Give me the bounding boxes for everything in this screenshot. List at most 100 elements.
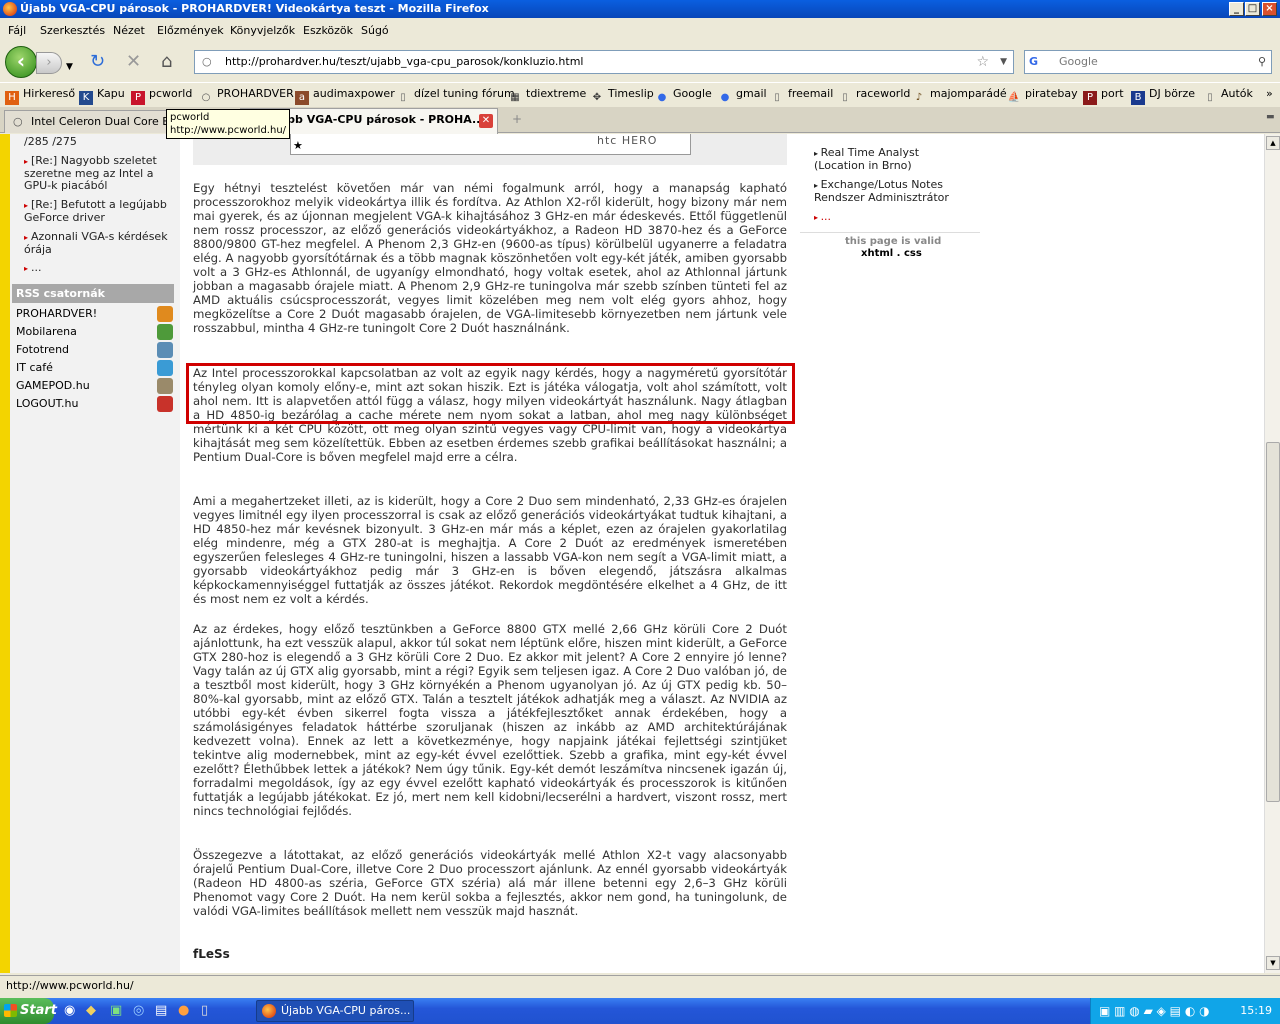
news-link[interactable]: Azonnali VGA-s kérdések órája — [24, 230, 168, 256]
page-icon: ▯ — [774, 92, 780, 103]
scroll-down-icon[interactable]: ▼ — [1266, 956, 1280, 970]
bookmark-item[interactable]: ● Google — [655, 87, 712, 105]
rss-icon[interactable] — [157, 342, 173, 358]
menu-history[interactable]: Előzmények — [157, 24, 224, 37]
news-link[interactable]: ... — [31, 261, 42, 274]
bookmark-item[interactable]: K Kapu — [79, 87, 125, 105]
tab-close-icon[interactable]: ✕ — [479, 114, 493, 128]
reload-icon[interactable]: ↻ — [90, 52, 105, 72]
news-link[interactable]: [Re:] Nagyobb szeletet szeretne meg az I… — [24, 154, 157, 192]
news-item[interactable]: ▸ Azonnali VGA-s kérdések órája — [24, 231, 174, 256]
rss-item[interactable]: Mobilarena — [16, 324, 174, 340]
timeslip-icon: ✥ — [592, 92, 602, 103]
bookmark-item[interactable]: H Hirkereső — [5, 87, 75, 105]
site-identity-icon[interactable]: ○ — [202, 51, 212, 73]
bookmarks-overflow-icon[interactable]: » — [1266, 87, 1273, 101]
rss-label[interactable]: Mobilarena — [16, 325, 77, 338]
home-icon[interactable]: ⌂ — [161, 52, 172, 72]
quicklaunch-icon[interactable]: ● — [178, 1003, 189, 1018]
news-more[interactable]: ▸... — [24, 262, 42, 275]
forward-button[interactable]: › — [36, 52, 62, 74]
menu-tools[interactable]: Eszközök — [303, 24, 353, 37]
rss-icon[interactable] — [157, 360, 173, 376]
vertical-scrollbar[interactable]: ▲ ▼ — [1264, 134, 1280, 973]
valid-links[interactable]: xhtml . css — [861, 248, 922, 259]
bookmark-item[interactable]: ▯ raceworld — [838, 87, 910, 105]
menu-file[interactable]: Fájl — [8, 24, 26, 37]
rss-item[interactable]: IT café — [16, 360, 174, 376]
rss-icon[interactable] — [157, 396, 173, 412]
tab-label: Intel Celeron Dual Core E3000 — [31, 115, 167, 128]
rss-item[interactable]: Fototrend — [16, 342, 174, 358]
rss-label[interactable]: PROHARDVER! — [16, 307, 97, 320]
google-engine-icon[interactable]: G — [1029, 51, 1038, 73]
news-link[interactable]: [Re:] Befutott a legújabb GeForce driver — [24, 198, 167, 224]
bookmark-star-icon[interactable]: ☆ — [976, 51, 989, 73]
maximize-button[interactable]: □ — [1245, 2, 1260, 16]
quicklaunch-icon[interactable]: ▣ — [110, 1003, 122, 1018]
job-link-label[interactable]: Exchange/Lotus Notes Rendszer Adminisztr… — [814, 178, 949, 204]
article-author[interactable]: fLeSs — [193, 947, 230, 961]
quicklaunch-icon[interactable]: ◎ — [133, 1003, 144, 1018]
history-dropdown-icon[interactable]: ▼ — [66, 57, 73, 77]
bookmark-item[interactable]: ▦ tdiextreme — [508, 87, 586, 105]
url-dropdown-icon[interactable]: ▼ — [1000, 51, 1007, 73]
job-link[interactable]: ▸ Real Time Analyst (Location in Brno) — [814, 147, 964, 172]
bookmark-item[interactable]: Ppcworld — [131, 87, 192, 105]
bookmark-item[interactable]: ▯ freemail — [770, 87, 833, 105]
rss-item[interactable]: PROHARDVER! — [16, 306, 174, 322]
ad-banner[interactable]: ★ htc HERO — [290, 134, 691, 155]
menu-bookmarks[interactable]: Könyvjelzők — [230, 24, 295, 37]
stop-icon[interactable]: ✕ — [126, 52, 141, 72]
news-item[interactable]: ▸ [Re:] Nagyobb szeletet szeretne meg az … — [24, 155, 174, 192]
back-button[interactable]: ‹ — [5, 46, 37, 78]
close-window-button[interactable]: × — [1262, 2, 1277, 16]
url-bar[interactable]: ○ http://prohardver.hu/teszt/ujabb_vga-c… — [194, 50, 1014, 74]
search-input[interactable]: G Google ⚲ — [1024, 50, 1272, 74]
bookmark-item[interactable]: ▯ Autók — [1203, 87, 1253, 105]
quicklaunch-icon[interactable]: ◉ — [64, 1003, 75, 1018]
bookmark-item[interactable]: ● gmail — [718, 87, 767, 105]
minimize-button[interactable]: _ — [1229, 2, 1244, 16]
rss-icon[interactable] — [157, 324, 173, 340]
bookmark-item[interactable]: ⛵ piratebay — [1007, 87, 1078, 105]
bookmark-item[interactable]: a audimaxpower — [295, 87, 395, 105]
taskbar-window-button[interactable]: Újabb VGA-CPU páros... — [256, 1000, 414, 1022]
rss-label[interactable]: IT café — [16, 361, 53, 374]
quicklaunch-icon[interactable]: ▤ — [155, 1003, 167, 1018]
quicklaunch-icon[interactable]: ▯ — [201, 1003, 208, 1018]
bookmark-item[interactable]: ♪ majomparádé — [912, 87, 1007, 105]
bookmark-item[interactable]: ○ PROHARDVER — [199, 87, 294, 105]
job-more[interactable]: ▸ ... — [814, 211, 831, 224]
tray-icon[interactable]: ▣ ▥ ◍ ▰ ◈ ▤ ◐ ◑ — [1099, 998, 1210, 1024]
rss-icon[interactable] — [157, 306, 173, 322]
new-tab-icon[interactable]: + — [512, 112, 522, 126]
bookmark-item[interactable]: Pport — [1083, 87, 1124, 105]
rss-item[interactable]: LOGOUT.hu — [16, 396, 174, 412]
scroll-up-icon[interactable]: ▲ — [1266, 136, 1280, 150]
tab-intel-celeron[interactable]: ○ Intel Celeron Dual Core E3000 — [4, 110, 168, 133]
job-link-label[interactable]: Real Time Analyst (Location in Brno) — [814, 146, 919, 172]
bookmark-label: dízel tuning fórum — [414, 87, 515, 100]
news-item[interactable]: ▸ [Re:] Befutott a legújabb GeForce drive… — [24, 199, 174, 224]
rss-item[interactable]: GAMEPOD.hu — [16, 378, 174, 394]
rss-label[interactable]: GAMEPOD.hu — [16, 379, 90, 392]
quicklaunch-icon[interactable]: ◆ — [86, 1003, 96, 1018]
search-go-icon[interactable]: ⚲ — [1258, 51, 1266, 73]
start-button[interactable]: Start — [0, 998, 57, 1024]
bookmark-item[interactable]: ▯ dízel tuning fórum — [396, 87, 515, 105]
rss-label[interactable]: Fototrend — [16, 343, 69, 356]
rss-label[interactable]: LOGOUT.hu — [16, 397, 78, 410]
job-link[interactable]: ▸ Exchange/Lotus Notes Rendszer Adminisz… — [814, 179, 974, 204]
job-link-label[interactable]: ... — [821, 210, 832, 223]
bookmark-item[interactable]: B DJ börze — [1131, 87, 1195, 105]
menu-view[interactable]: Nézet — [113, 24, 145, 37]
menu-help[interactable]: Súgó — [361, 24, 389, 37]
clock[interactable]: 15:19 — [1240, 1004, 1272, 1017]
bookmark-item[interactable]: ✥ Timeslip — [590, 87, 654, 105]
scroll-thumb[interactable] — [1266, 442, 1280, 802]
news-item[interactable]: /285 /275 — [24, 136, 77, 148]
rss-icon[interactable] — [157, 378, 173, 394]
tab-list-icon[interactable]: ▬ — [1266, 112, 1275, 122]
menu-edit[interactable]: Szerkesztés — [40, 24, 105, 37]
